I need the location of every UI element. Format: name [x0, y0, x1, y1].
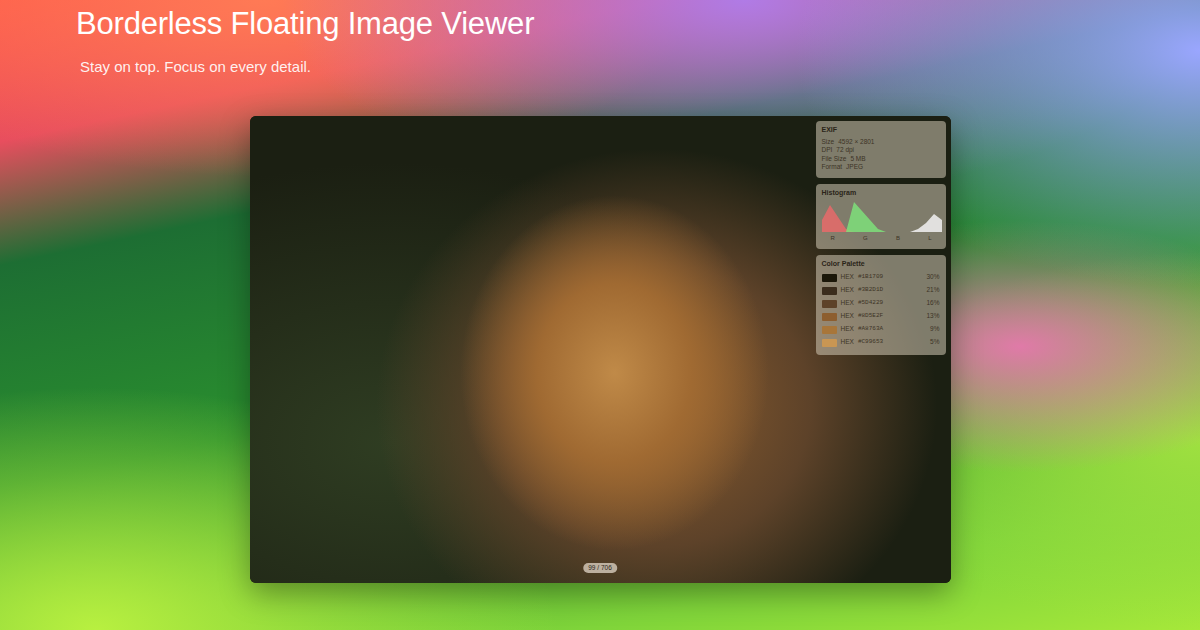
histogram-panel: Histogram R G B L	[816, 184, 946, 249]
swatch-label: HEX	[841, 286, 854, 295]
exif-value: 72 dpi	[836, 146, 854, 155]
exif-value: JPEG	[846, 163, 863, 172]
image-counter: 99 / 706	[583, 563, 617, 573]
swatch-box	[822, 274, 837, 282]
swatch-box	[822, 300, 837, 308]
swatch-share: 5%	[930, 338, 939, 347]
info-panels: EXIFSize4592 × 2801DPI72 dpiFile Size5 M…	[816, 121, 946, 355]
swatch-row[interactable]: HEX #A8763A 9%	[822, 323, 940, 336]
swatch-row[interactable]: HEX #1B170930%	[822, 271, 940, 284]
swatch-hex: #C99653	[858, 338, 926, 347]
histogram-tick: G	[863, 234, 868, 243]
swatch-label: HEX	[841, 312, 854, 321]
histogram-chart	[822, 200, 942, 232]
exif-panel: EXIFSize4592 × 2801DPI72 dpiFile Size5 M…	[816, 121, 946, 178]
histogram-ticks: RGBL	[822, 232, 940, 243]
swatch-label: HEX	[841, 338, 854, 347]
exif-label: Size	[822, 138, 835, 147]
swatch-box	[822, 339, 837, 347]
swatch-hex: #A8763A	[858, 325, 926, 334]
swatch-share: 9%	[930, 325, 939, 334]
histogram-title: Histogram	[822, 189, 940, 198]
swatch-row[interactable]: HEX #8D5E2F13%	[822, 310, 940, 323]
page-title: Borderless Floating Image Viewer	[76, 5, 1200, 43]
histogram-tick: R	[831, 234, 835, 243]
exif-row: FormatJPEG	[822, 163, 940, 172]
histogram-tick: B	[896, 234, 900, 243]
swatch-hex: #3B2D1D	[858, 286, 923, 295]
swatch-share: 16%	[926, 299, 939, 308]
exif-label: File Size	[822, 155, 847, 164]
swatch-box	[822, 326, 837, 334]
swatch-label: HEX	[841, 325, 854, 334]
swatch-row[interactable]: HEX #5D422916%	[822, 297, 940, 310]
swatch-row[interactable]: HEX #C99653 5%	[822, 336, 940, 349]
exif-row: File Size5 MB	[822, 155, 940, 164]
exif-value: 4592 × 2801	[838, 138, 874, 147]
histogram-series	[822, 205, 942, 232]
stage: EXIFSize4592 × 2801DPI72 dpiFile Size5 M…	[0, 77, 1200, 583]
page: Borderless Floating Image Viewer Stay on …	[0, 0, 1200, 630]
palette-panel: Color PaletteHEX#1B170930%HEX#3B2D1D21%H…	[816, 255, 946, 356]
palette-title: Color Palette	[822, 260, 940, 269]
swatch-hex: #8D5E2F	[858, 312, 923, 321]
histogram-series	[822, 202, 942, 232]
exif-row: Size4592 × 2801	[822, 138, 940, 147]
swatch-label: HEX	[841, 299, 854, 308]
swatch-share: 13%	[926, 312, 939, 321]
exif-row: DPI72 dpi	[822, 146, 940, 155]
page-subtitle: Stay on top. Focus on every detail.	[80, 57, 1200, 77]
swatch-label: HEX	[841, 273, 854, 282]
swatch-box	[822, 313, 837, 321]
swatch-share: 21%	[926, 286, 939, 295]
swatch-box	[822, 287, 837, 295]
exif-title: EXIF	[822, 126, 940, 135]
swatch-share: 30%	[926, 273, 939, 282]
histogram-series	[822, 214, 942, 232]
exif-label: DPI	[822, 146, 833, 155]
viewer-window[interactable]: EXIFSize4592 × 2801DPI72 dpiFile Size5 M…	[250, 116, 951, 583]
swatch-row[interactable]: HEX #3B2D1D21%	[822, 284, 940, 297]
hero: Borderless Floating Image Viewer Stay on …	[0, 0, 1200, 77]
exif-value: 5 MB	[850, 155, 865, 164]
swatch-hex: #5D4229	[858, 299, 923, 308]
exif-label: Format	[822, 163, 843, 172]
histogram-tick: L	[928, 234, 931, 243]
swatch-hex: #1B1709	[858, 273, 923, 282]
